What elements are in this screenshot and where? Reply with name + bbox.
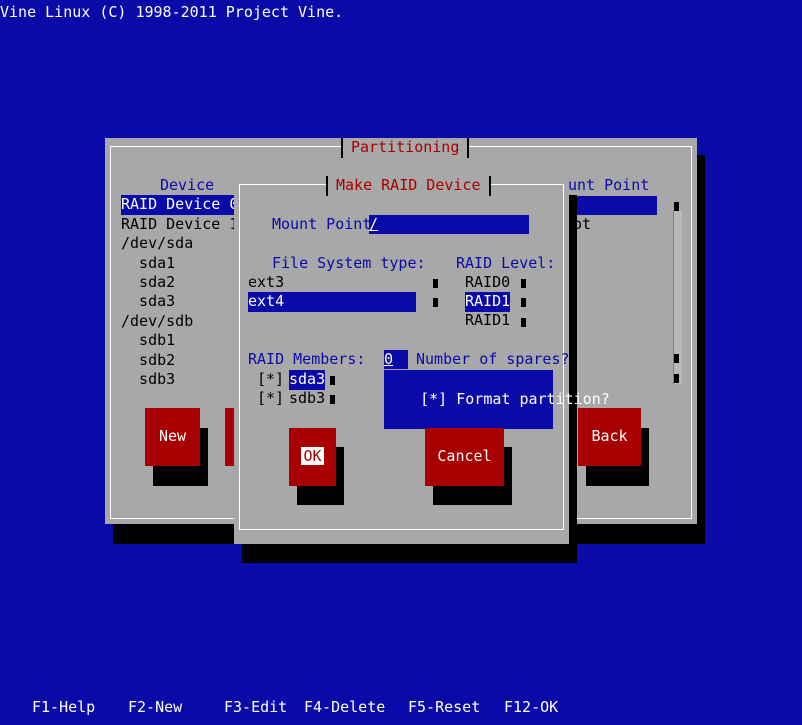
member-marker-2 (330, 395, 335, 404)
raid-level-0[interactable]: RAID0 (465, 273, 510, 293)
ok-button[interactable]: OK (289, 428, 336, 486)
raid-scroll-marker-2 (521, 298, 526, 307)
fkey-help[interactable]: F1-Help (32, 698, 95, 718)
member-sda3-check[interactable]: [*] (257, 370, 284, 390)
format-check: [*] (420, 389, 448, 408)
device-row-sdb3[interactable]: sdb3 (121, 370, 175, 390)
cancel-button[interactable]: Cancel (425, 428, 504, 486)
mount-point-input[interactable]: / (369, 215, 529, 234)
raid-dialog: Make RAID Device Mount Point: / File Sys… (234, 176, 610, 544)
fs-type-ext4[interactable]: ext4 (248, 292, 416, 312)
raid-level-1[interactable]: RAID1 (465, 311, 510, 331)
raid-dialog-title: Make RAID Device (326, 176, 491, 196)
raid-scroll-marker-1 (521, 279, 526, 288)
mount-column-header: unt Point (568, 176, 650, 194)
raid-level-label: RAID Level: (456, 254, 556, 272)
fkey-reset[interactable]: F5-Reset (408, 698, 480, 718)
spares-value: 0 (384, 350, 394, 368)
raid-level-1-selected[interactable]: RAID1 (465, 292, 511, 312)
cancel-button-label: Cancel (437, 447, 492, 465)
member-sdb3-check[interactable]: [*] (257, 389, 284, 409)
member-marker-1 (330, 376, 335, 385)
format-label: Format partition? (456, 389, 610, 408)
member-sdb3-name[interactable]: sdb3 (289, 389, 325, 409)
scroll-up-marker (674, 202, 679, 211)
mount-point-value: / (369, 215, 379, 233)
device-row-raid0[interactable]: RAID Device 0 (121, 195, 238, 215)
back-button[interactable]: Back (578, 408, 641, 466)
fs-scroll-marker-2 (433, 298, 438, 307)
raid-members-label: RAID Members: (248, 350, 366, 368)
device-row-sda2[interactable]: sda2 (121, 273, 175, 293)
scroll-down-marker (674, 374, 679, 383)
raid-scroll-marker-3 (521, 318, 526, 327)
fkey-ok[interactable]: F12-OK (504, 698, 558, 718)
new-button[interactable]: New (145, 408, 200, 466)
back-button-label: Back (591, 427, 628, 445)
function-key-bar: F1-Help F2-New F3-Edit F4-Delete F5-Rese… (0, 698, 802, 718)
member-sda3-name[interactable]: sda3 (289, 370, 326, 390)
fs-type-ext3[interactable]: ext3 (248, 273, 284, 293)
device-row-raid1[interactable]: RAID Device 1 (121, 215, 238, 235)
spares-input[interactable]: 0 (384, 350, 408, 369)
device-row-sdb[interactable]: /dev/sdb (121, 312, 193, 332)
ok-button-label: OK (301, 447, 324, 465)
scroll-mark-2 (674, 354, 679, 363)
spares-label: Number of spares? (416, 350, 570, 368)
partitioning-title: Partitioning (341, 138, 470, 158)
device-row-sda1[interactable]: sda1 (121, 254, 175, 274)
fkey-new[interactable]: F2-New (128, 698, 182, 718)
fkey-delete[interactable]: F4-Delete (304, 698, 385, 718)
fs-type-label: File System type: (272, 254, 426, 272)
new-button-label: New (158, 427, 187, 445)
mount-row-selected[interactable] (573, 196, 657, 215)
fkey-edit[interactable]: F3-Edit (224, 698, 287, 718)
device-row-sda[interactable]: /dev/sda (121, 234, 193, 254)
format-partition-checkbox[interactable]: [*] Format partition? (384, 370, 610, 429)
mount-point-label: Mount Point: (272, 215, 381, 233)
device-row-sda3[interactable]: sda3 (121, 292, 175, 312)
header-text: Vine Linux (C) 1998-2011 Project Vine. (0, 3, 344, 21)
device-column-header: Device (160, 176, 215, 194)
device-row-sdb1[interactable]: sdb1 (121, 331, 175, 351)
device-row-sdb2[interactable]: sdb2 (121, 351, 175, 371)
fs-scroll-marker-1 (433, 279, 438, 288)
